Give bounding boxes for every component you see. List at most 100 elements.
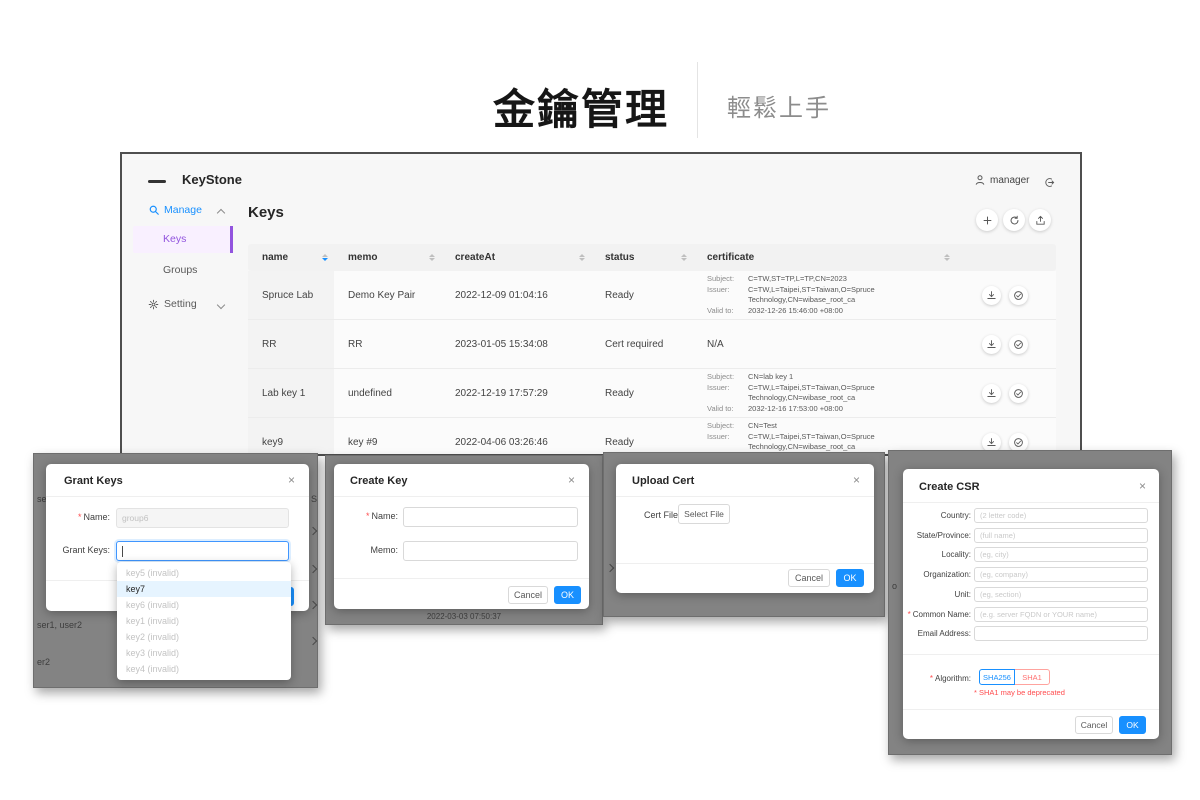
dropdown-option[interactable]: key3 (invalid) — [117, 645, 291, 661]
chevron-up-icon — [217, 209, 225, 217]
sidebar-item-groups[interactable]: Groups — [163, 264, 197, 276]
dropdown-option[interactable]: key1 (invalid) — [117, 613, 291, 629]
field-label: Organization: — [903, 570, 971, 579]
column-header-name[interactable]: name — [248, 244, 334, 271]
cancel-button[interactable]: Cancel — [788, 569, 830, 587]
verify-button[interactable] — [1009, 286, 1028, 305]
app-name: KeyStone — [182, 172, 242, 187]
column-header-memo[interactable]: memo — [334, 244, 441, 271]
cell-createAt: 2022-12-19 17:57:29 — [441, 369, 591, 417]
close-icon[interactable]: × — [568, 474, 575, 486]
field-input-7[interactable] — [974, 626, 1148, 641]
table-row[interactable]: Spruce LabDemo Key Pair2022-12-09 01:04:… — [248, 271, 1056, 320]
field-input-6[interactable] — [974, 607, 1148, 622]
required-asterisk: * — [908, 610, 911, 619]
memo-label: Memo: — [334, 545, 398, 555]
close-icon[interactable]: × — [853, 474, 860, 486]
download-button[interactable] — [982, 335, 1001, 354]
field-label-text: Unit: — [955, 590, 971, 599]
cert-field-value: 2032-12-16 17:53:00 +08:00 — [748, 404, 950, 415]
dropdown-option[interactable]: key4 (invalid) — [117, 661, 291, 677]
cell-status: Cert required — [591, 320, 693, 368]
sidebar-item-keys-label[interactable]: Keys — [163, 233, 186, 245]
cell-createAt: 2022-12-09 01:04:16 — [441, 271, 591, 319]
algorithm-option-sha1[interactable]: SHA1 — [1014, 669, 1050, 685]
download-button[interactable] — [982, 384, 1001, 403]
required-asterisk: * — [366, 511, 370, 521]
download-button[interactable] — [982, 286, 1001, 305]
field-label: Country: — [903, 511, 971, 520]
certificate-details: Subject:C=TW,ST=TP,L=TP,CN=2023Issuer:C=… — [707, 274, 950, 316]
field-label-text: Organization: — [923, 570, 971, 579]
add-button[interactable] — [976, 209, 998, 231]
cell-actions — [956, 320, 1056, 368]
grant-keys-dropdown: key5 (invalid)key7key6 (invalid)key1 (in… — [117, 562, 291, 680]
background-fragment: ser1, user2 — [37, 620, 82, 630]
background-fragment: o — [892, 581, 897, 591]
field-input-3[interactable] — [974, 547, 1148, 562]
cert-field-label: Subject: — [707, 421, 744, 432]
select-file-button[interactable]: Select File — [678, 504, 730, 524]
ok-button[interactable]: OK — [1119, 716, 1146, 734]
column-header-certificate[interactable]: certificate — [693, 244, 956, 271]
selected-item-bar — [230, 226, 233, 253]
sidebar-item-manage[interactable]: Manage — [164, 204, 202, 216]
cell-actions — [956, 369, 1056, 417]
cancel-button[interactable]: Cancel — [1075, 716, 1113, 734]
ok-button[interactable]: OK — [554, 586, 581, 604]
field-input-2[interactable] — [974, 528, 1148, 543]
cell-name: Lab key 1 — [248, 369, 334, 417]
collapse-menu-icon[interactable] — [148, 180, 166, 183]
verify-button[interactable] — [1009, 335, 1028, 354]
sort-icon[interactable] — [944, 254, 950, 262]
column-header-createAt[interactable]: createAt — [441, 244, 591, 271]
dropdown-option[interactable]: key6 (invalid) — [117, 597, 291, 613]
field-label-text: State/Province: — [917, 531, 971, 540]
cell-actions — [956, 271, 1056, 319]
text-caret — [122, 546, 123, 557]
field-input-5[interactable] — [974, 587, 1148, 602]
create-csr-modal: Create CSR × Country:State/Province:Loca… — [903, 469, 1159, 739]
cancel-button[interactable]: Cancel — [508, 586, 548, 604]
background-fragment: 2022-03-03 07:50:37 — [326, 612, 602, 621]
ok-button[interactable]: OK — [836, 569, 864, 587]
sort-icon[interactable] — [579, 254, 585, 262]
dropdown-option[interactable]: key5 (invalid) — [117, 565, 291, 581]
field-input-4[interactable] — [974, 567, 1148, 582]
cell-name: RR — [248, 320, 334, 368]
cell-status: Ready — [591, 369, 693, 417]
cert-field-value: 2032-12-26 15:46:00 +08:00 — [748, 306, 950, 317]
verify-button[interactable] — [1009, 384, 1028, 403]
modal-title: Grant Keys — [64, 475, 123, 487]
dropdown-option[interactable]: key7 — [117, 581, 291, 597]
sort-icon[interactable] — [429, 254, 435, 262]
close-icon[interactable]: × — [288, 474, 295, 486]
algorithm-option-sha256[interactable]: SHA256 — [979, 669, 1015, 685]
verify-button[interactable] — [1009, 433, 1028, 452]
cert-field-label: Subject: — [707, 274, 744, 285]
grant-keys-field[interactable] — [116, 541, 289, 561]
download-button[interactable] — [982, 433, 1001, 452]
sidebar-item-setting[interactable]: Setting — [164, 298, 197, 310]
required-asterisk: * — [78, 512, 82, 522]
sort-icon[interactable] — [681, 254, 687, 262]
close-icon[interactable]: × — [1139, 480, 1146, 492]
table-row[interactable]: Lab key 1undefined2022-12-19 17:57:29Rea… — [248, 369, 1056, 418]
name-field[interactable] — [403, 507, 578, 527]
cell-certificate: Subject:C=TW,ST=TP,L=TP,CN=2023Issuer:C=… — [693, 271, 956, 319]
background-chevron — [309, 527, 317, 535]
sort-icon[interactable] — [322, 254, 328, 262]
app-window: KeyStone manager Manage Keys Groups Sett… — [120, 152, 1082, 456]
field-input-1[interactable] — [974, 508, 1148, 523]
content-title: Keys — [248, 204, 284, 221]
cert-field-label: Subject: — [707, 372, 744, 383]
dropdown-option[interactable]: key2 (invalid) — [117, 629, 291, 645]
export-button[interactable] — [1029, 209, 1051, 231]
logout-icon[interactable] — [1044, 175, 1055, 193]
column-header-status[interactable]: status — [591, 244, 693, 271]
memo-field[interactable] — [403, 541, 578, 561]
cert-file-label: Cert File — [644, 510, 678, 520]
table-row[interactable]: RRRR2023-01-05 15:34:08Cert requiredN/A — [248, 320, 1056, 369]
cert-field-label: Issuer: — [707, 432, 744, 453]
reload-button[interactable] — [1003, 209, 1025, 231]
